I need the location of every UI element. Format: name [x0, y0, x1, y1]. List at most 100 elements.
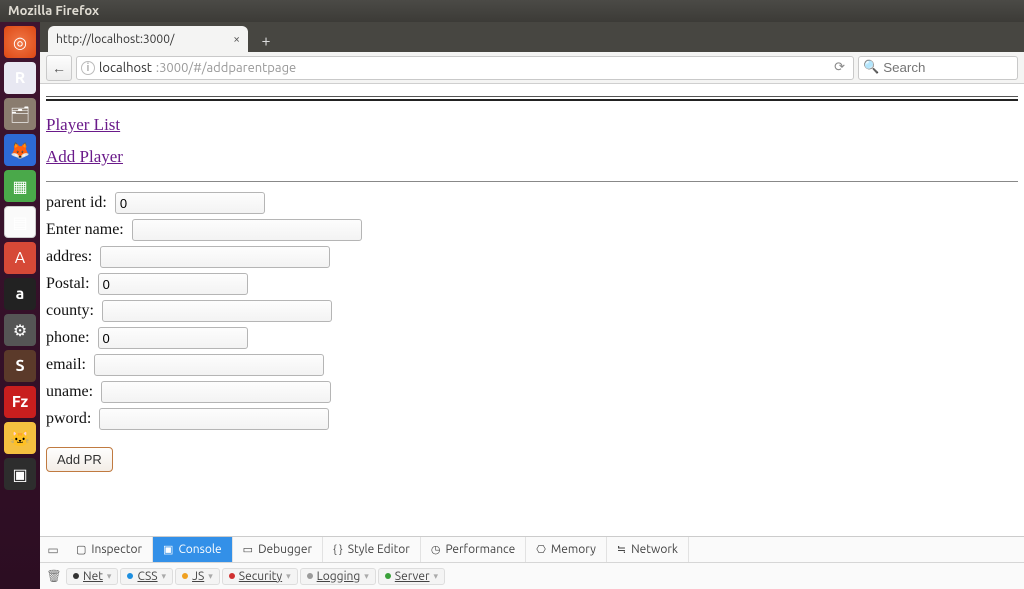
county-label: county: — [46, 302, 94, 320]
uname-label: uname: — [46, 383, 93, 401]
chip-label: CSS — [137, 570, 157, 583]
performance-icon: ◷ — [431, 543, 441, 556]
chip-label: JS — [192, 570, 204, 583]
chevron-down-icon: ▾ — [208, 571, 213, 582]
separator — [46, 96, 1018, 97]
pword-input[interactable] — [99, 408, 329, 430]
chip-label: Net — [83, 570, 103, 583]
chip-label: Logging — [317, 570, 361, 583]
filter-logging[interactable]: Logging▾ — [300, 568, 376, 585]
tab-label: Network — [631, 543, 678, 556]
postal-input[interactable] — [98, 273, 248, 295]
console-filters: 🗑 Net▾ CSS▾ JS▾ Security▾ Logging▾ Serve… — [40, 563, 1024, 589]
chip-label: Server — [395, 570, 430, 583]
nav-toolbar: ← i localhost :3000/#/addparentpage ⟳ 🔍 — [40, 52, 1024, 84]
launcher-settings-icon[interactable]: ⚙ — [4, 314, 36, 346]
devtools-tab-memory[interactable]: ⎔ Memory — [526, 537, 607, 562]
launcher-rstudio-icon[interactable]: R — [4, 62, 36, 94]
url-bar[interactable]: i localhost :3000/#/addparentpage ⟳ — [76, 56, 854, 80]
search-bar[interactable]: 🔍 — [858, 56, 1018, 80]
reload-button[interactable]: ⟳ — [830, 60, 849, 75]
name-label: Enter name: — [46, 221, 124, 239]
dot-icon — [127, 573, 133, 579]
tab-label: Memory — [551, 543, 596, 556]
console-icon: ▣ — [163, 543, 173, 556]
pword-label: pword: — [46, 410, 91, 428]
launcher-dash-icon[interactable]: ◎ — [4, 26, 36, 58]
search-input[interactable] — [883, 60, 1024, 75]
devtools-panel: ▭ ▢ Inspector ▣Console ▭ Debugger { }Style… — [40, 536, 1024, 589]
tab-label: Style Editor — [348, 543, 410, 556]
chevron-down-icon: ▾ — [107, 571, 112, 582]
url-host: localhost — [99, 61, 152, 75]
devtools-tabs: ▭ ▢ Inspector ▣Console ▭ Debugger { }Style… — [40, 537, 1024, 563]
clear-console-icon[interactable]: 🗑 — [44, 569, 64, 583]
chevron-down-icon: ▾ — [434, 571, 439, 582]
filter-net[interactable]: Net ▾ — [66, 568, 118, 585]
site-info-icon[interactable]: i — [81, 61, 95, 75]
network-icon: ≒ — [617, 543, 626, 556]
filter-security[interactable]: Security▾ — [222, 568, 298, 585]
devtools-dock-icon[interactable]: ▭ — [40, 543, 66, 557]
launcher-amazon-icon[interactable]: a — [4, 278, 36, 310]
tab-label: Performance — [445, 543, 515, 556]
launcher-sublime-icon[interactable]: S — [4, 350, 36, 382]
dot-icon — [182, 573, 188, 579]
launcher-app-icon[interactable]: A — [4, 242, 36, 274]
window-titlebar: Mozilla Firefox — [0, 0, 1024, 22]
window-title: Mozilla Firefox — [8, 4, 99, 18]
launcher-terminal-icon[interactable]: ▣ — [4, 458, 36, 490]
launcher-document-icon[interactable]: ▤ — [4, 206, 36, 238]
browser-window: http://localhost:3000/ × + ← i localhost… — [40, 22, 1024, 589]
unity-launcher: ◎ R 🗂 🦊 ▦ ▤ A a ⚙ S Fz 🐱 ▣ — [0, 22, 40, 589]
tab-label: Debugger — [258, 543, 312, 556]
inspector-icon: ▢ — [76, 543, 86, 556]
parent-id-input[interactable] — [115, 192, 265, 214]
new-tab-button[interactable]: + — [254, 30, 278, 52]
tab-close-icon[interactable]: × — [233, 33, 240, 46]
address-input[interactable] — [100, 246, 330, 268]
email-input[interactable] — [94, 354, 324, 376]
devtools-tab-performance[interactable]: ◷ Performance — [421, 537, 526, 562]
chevron-down-icon: ▾ — [286, 571, 291, 582]
browser-tab[interactable]: http://localhost:3000/ × — [48, 26, 248, 52]
tab-label: Inspector — [91, 543, 142, 556]
parent-id-label: parent id: — [46, 194, 107, 212]
county-input[interactable] — [102, 300, 332, 322]
launcher-dev-icon[interactable]: 🐱 — [4, 422, 36, 454]
add-pr-button[interactable]: Add PR — [46, 447, 113, 472]
chevron-down-icon: ▾ — [162, 571, 167, 582]
launcher-firefox-icon[interactable]: 🦊 — [4, 134, 36, 166]
url-path: :3000/#/addparentpage — [156, 61, 296, 75]
name-input[interactable] — [132, 219, 362, 241]
launcher-filezilla-icon[interactable]: Fz — [4, 386, 36, 418]
filter-js[interactable]: JS ▾ — [175, 568, 220, 585]
postal-label: Postal: — [46, 275, 90, 293]
tab-strip: http://localhost:3000/ × + — [40, 22, 1024, 52]
launcher-files-icon[interactable]: 🗂 — [4, 98, 36, 130]
address-label: addres: — [46, 248, 92, 266]
filter-server[interactable]: Server ▾ — [378, 568, 445, 585]
devtools-tab-network[interactable]: ≒ Network — [607, 537, 689, 562]
debugger-icon: ▭ — [243, 543, 253, 556]
add-player-link[interactable]: Add Player — [46, 147, 123, 167]
filter-css[interactable]: CSS ▾ — [120, 568, 173, 585]
phone-input[interactable] — [98, 327, 248, 349]
separator — [46, 181, 1018, 182]
devtools-tab-console[interactable]: ▣Console — [153, 537, 233, 562]
dot-icon — [307, 573, 313, 579]
email-label: email: — [46, 356, 86, 374]
launcher-libreoffice-calc-icon[interactable]: ▦ — [4, 170, 36, 202]
player-list-link[interactable]: Player List — [46, 115, 120, 135]
back-button[interactable]: ← — [46, 55, 72, 81]
search-icon: 🔍 — [863, 60, 879, 75]
page-content: Player List Add Player parent id: Enter … — [40, 84, 1024, 589]
memory-icon: ⎔ — [536, 543, 546, 556]
devtools-tab-style[interactable]: { }Style Editor — [323, 537, 421, 562]
chevron-down-icon: ▾ — [364, 571, 369, 582]
phone-label: phone: — [46, 329, 90, 347]
devtools-tab-inspector[interactable]: ▢ Inspector — [66, 537, 153, 562]
uname-input[interactable] — [101, 381, 331, 403]
dot-icon — [73, 573, 79, 579]
devtools-tab-debugger[interactable]: ▭ Debugger — [233, 537, 323, 562]
